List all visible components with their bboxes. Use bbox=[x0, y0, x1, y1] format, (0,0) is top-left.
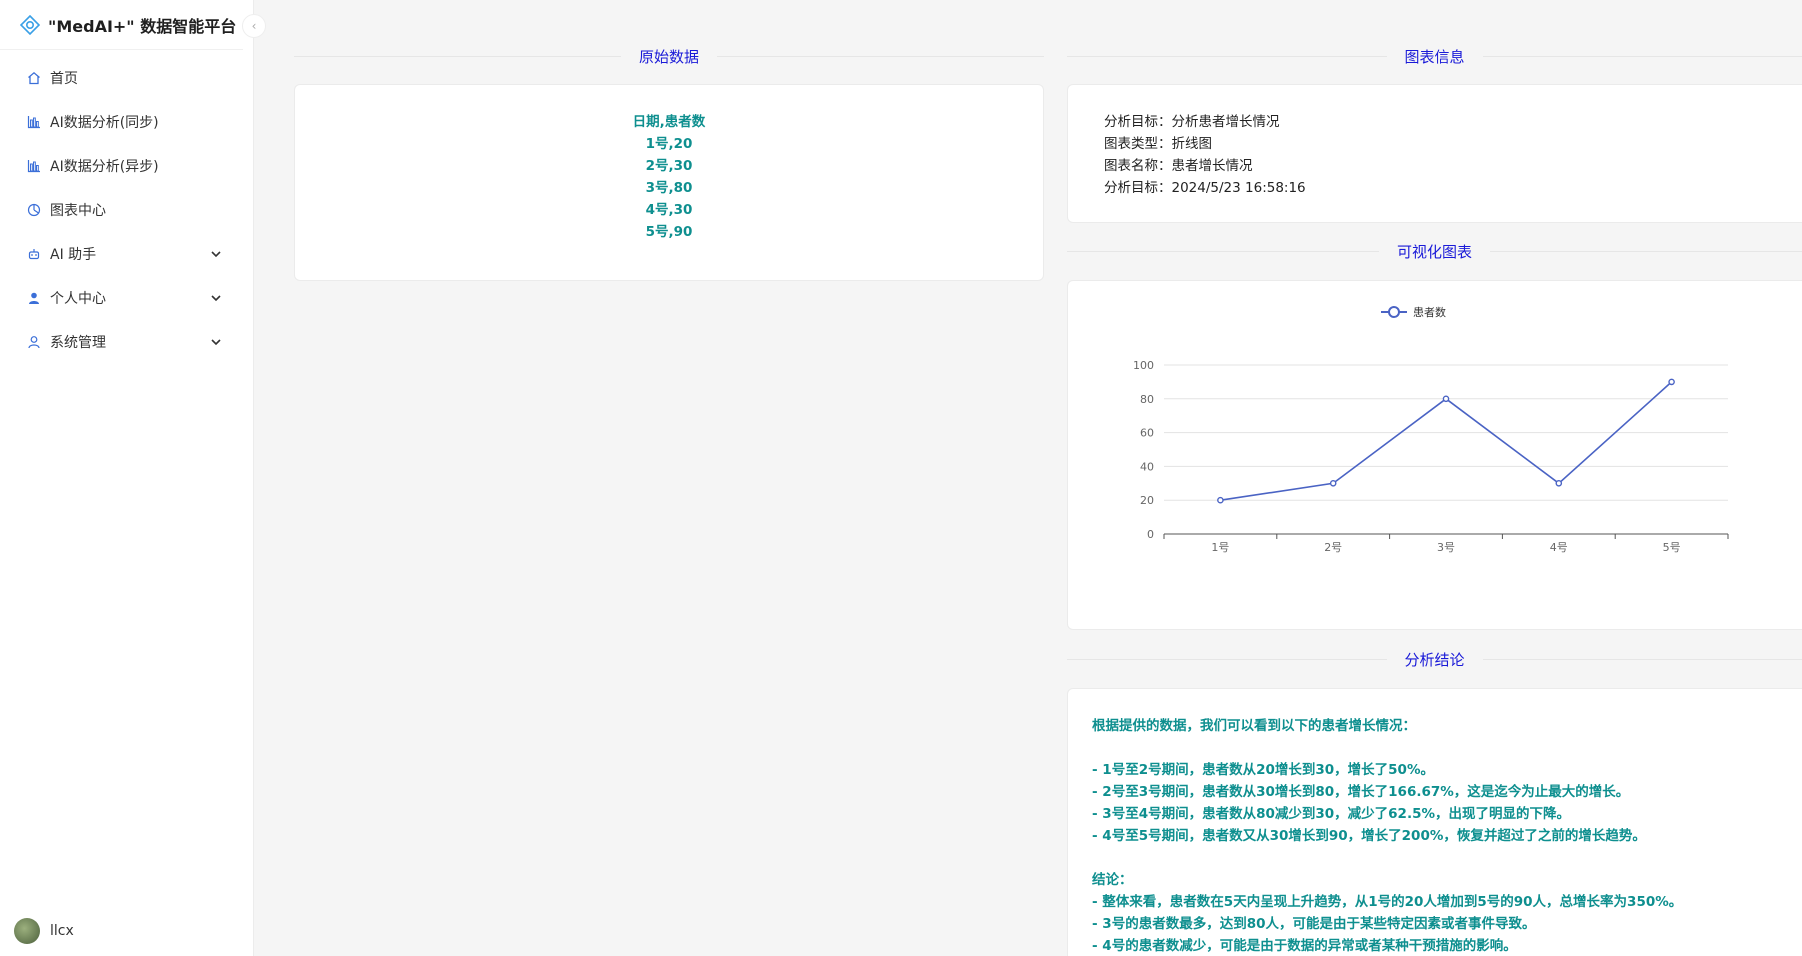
visual-chart-divider: 可视化图表 bbox=[1067, 241, 1802, 262]
bar-chart-icon bbox=[26, 158, 42, 174]
legend-marker bbox=[1388, 306, 1400, 318]
home-icon bbox=[26, 70, 42, 86]
conclusion-line: - 2号至3号期间，患者数从30增长到80，增长了166.67%，这是迄今为止最… bbox=[1092, 784, 1630, 800]
raw-data-content: 日期,患者数 1号,20 2号,30 3号,80 4号,30 5号,90 bbox=[295, 85, 1043, 243]
line-chart: 0 20 40 60 80 100 1号 2号 3号 4号 5号 患者数 bbox=[1133, 306, 1729, 554]
chart-info-card: 分析目标：分析患者增长情况 图表类型：折线图 图表名称：患者增长情况 分析目标：… bbox=[1067, 84, 1802, 223]
visual-chart-card: 0 20 40 60 80 100 1号 2号 3号 4号 5号 患者数 bbox=[1067, 280, 1802, 630]
raw-data-line: 5号,90 bbox=[645, 224, 693, 240]
conclusion-content: 根据提供的数据，我们可以看到以下的患者增长情况： - 1号至2号期间，患者数从2… bbox=[1068, 689, 1802, 956]
chart-info-line: 分析目标：2024/5/23 16:58:16 bbox=[1104, 180, 1306, 196]
chart-info-line: 分析目标：分析患者增长情况 bbox=[1104, 114, 1280, 130]
x-tick-label: 1号 bbox=[1211, 541, 1229, 554]
y-tick-label: 40 bbox=[1140, 460, 1154, 473]
conclusion-line: 根据提供的数据，我们可以看到以下的患者增长情况： bbox=[1092, 718, 1416, 734]
bar-chart-icon bbox=[26, 114, 42, 130]
sidebar-item-label: AI数据分析(同步) bbox=[50, 115, 159, 131]
raw-data-title: 原始数据 bbox=[639, 48, 700, 66]
raw-data-line: 3号,80 bbox=[645, 180, 693, 196]
x-tick-label: 5号 bbox=[1663, 541, 1681, 554]
user-admin-icon bbox=[26, 334, 42, 350]
visual-chart-title: 可视化图表 bbox=[1397, 243, 1473, 261]
chevron-down-icon[interactable] bbox=[209, 291, 223, 305]
raw-data-divider: 原始数据 bbox=[294, 46, 1045, 67]
conclusion-line: - 1号至2号期间，患者数从20增长到30，增长了50%。 bbox=[1092, 762, 1434, 778]
raw-data-line: 日期,患者数 bbox=[632, 114, 706, 130]
sidebar-item-label: 系统管理 bbox=[50, 335, 106, 351]
chart-info-line: 图表类型：折线图 bbox=[1104, 136, 1212, 152]
data-point bbox=[1217, 496, 1224, 504]
sidebar-item-label: 个人中心 bbox=[50, 291, 106, 307]
y-tick-label: 100 bbox=[1133, 359, 1154, 372]
conclusion-line: - 4号的患者数减少，可能是由于数据的异常或者某种干预措施的影响。 bbox=[1092, 938, 1517, 954]
data-point bbox=[1442, 395, 1450, 403]
conclusion-line bbox=[1092, 847, 1802, 869]
chart-info-line: 图表名称：患者增长情况 bbox=[1104, 158, 1253, 174]
data-point bbox=[1555, 479, 1563, 487]
raw-data-card: 日期,患者数 1号,20 2号,30 3号,80 4号,30 5号,90 bbox=[294, 84, 1044, 281]
chart-info-divider: 图表信息 bbox=[1067, 46, 1802, 67]
avatar[interactable] bbox=[14, 918, 40, 944]
conclusion-title: 分析结论 bbox=[1404, 651, 1465, 669]
y-tick-label: 0 bbox=[1147, 528, 1154, 541]
chart-info-content: 分析目标：分析患者增长情况 图表类型：折线图 图表名称：患者增长情况 分析目标：… bbox=[1068, 85, 1802, 199]
legend-label: 患者数 bbox=[1413, 306, 1446, 319]
sidebar-item-home[interactable]: 首页 bbox=[0, 56, 253, 100]
raw-data-line: 2号,30 bbox=[645, 158, 693, 174]
conclusion-line: 结论： bbox=[1092, 872, 1133, 888]
sidebar-item-ai-assistant[interactable]: AI 助手 bbox=[0, 232, 253, 276]
chevron-left-icon: ‹ bbox=[251, 19, 257, 33]
sidebar-item-label: 图表中心 bbox=[50, 203, 106, 219]
raw-data-line: 1号,20 bbox=[645, 136, 693, 152]
conclusion-line bbox=[1092, 737, 1802, 759]
x-tick-label: 4号 bbox=[1550, 541, 1568, 554]
conclusion-card: 根据提供的数据，我们可以看到以下的患者增长情况： - 1号至2号期间，患者数从2… bbox=[1067, 688, 1802, 956]
y-tick-label: 20 bbox=[1140, 494, 1154, 507]
pie-chart-icon bbox=[26, 202, 42, 218]
sidebar-item-chart-center[interactable]: 图表中心 bbox=[0, 188, 253, 232]
chevron-down-icon[interactable] bbox=[209, 247, 223, 261]
collapse-sidebar-button[interactable]: ‹ bbox=[242, 14, 266, 38]
sidebar-item-label: 首页 bbox=[50, 71, 78, 87]
sidebar: "MedAI+" 数据智能平台 首页 AI数据分析(同步) AI数据分析(异步)… bbox=[0, 0, 254, 956]
chevron-down-icon[interactable] bbox=[209, 335, 223, 349]
conclusion-line: - 3号的患者数最多，达到80人，可能是由于某些特定因素或者事件导致。 bbox=[1092, 916, 1536, 932]
user-profile[interactable]: llcx bbox=[14, 918, 74, 944]
username: llcx bbox=[50, 923, 74, 939]
brand[interactable]: "MedAI+" 数据智能平台 bbox=[0, 0, 243, 50]
conclusion-line: - 4号至5号期间，患者数又从30增长到90，增长了200%，恢复并超过了之前的… bbox=[1092, 828, 1646, 844]
data-point bbox=[1668, 378, 1675, 386]
x-tick-label: 3号 bbox=[1437, 541, 1455, 554]
y-tick-label: 80 bbox=[1140, 393, 1154, 406]
conclusion-line: - 3号至4号期间，患者数从80减少到30，减少了62.5%，出现了明显的下降。 bbox=[1092, 806, 1570, 822]
sidebar-menu: 首页 AI数据分析(同步) AI数据分析(异步) 图表中心 AI 助手 个人中心… bbox=[0, 56, 253, 364]
sidebar-item-profile[interactable]: 个人中心 bbox=[0, 276, 253, 320]
sidebar-item-system[interactable]: 系统管理 bbox=[0, 320, 253, 364]
conclusion-divider: 分析结论 bbox=[1067, 649, 1802, 670]
x-tick-label: 2号 bbox=[1324, 541, 1342, 554]
user-icon bbox=[26, 290, 42, 306]
robot-icon bbox=[26, 246, 42, 262]
logo-icon bbox=[20, 14, 40, 35]
y-tick-label: 60 bbox=[1140, 427, 1154, 440]
sidebar-item-ai-sync[interactable]: AI数据分析(同步) bbox=[0, 100, 253, 144]
app-title: "MedAI+" 数据智能平台 bbox=[48, 16, 237, 36]
conclusion-line: - 整体来看，患者数在5天内呈现上升趋势，从1号的20人增加到5号的90人，总增… bbox=[1092, 894, 1683, 910]
chart-info-title: 图表信息 bbox=[1404, 48, 1465, 66]
sidebar-item-ai-async[interactable]: AI数据分析(异步) bbox=[0, 144, 253, 188]
sidebar-item-label: AI数据分析(异步) bbox=[50, 159, 159, 175]
data-point bbox=[1329, 479, 1337, 487]
raw-data-line: 4号,30 bbox=[645, 202, 693, 218]
sidebar-item-label: AI 助手 bbox=[50, 247, 97, 263]
